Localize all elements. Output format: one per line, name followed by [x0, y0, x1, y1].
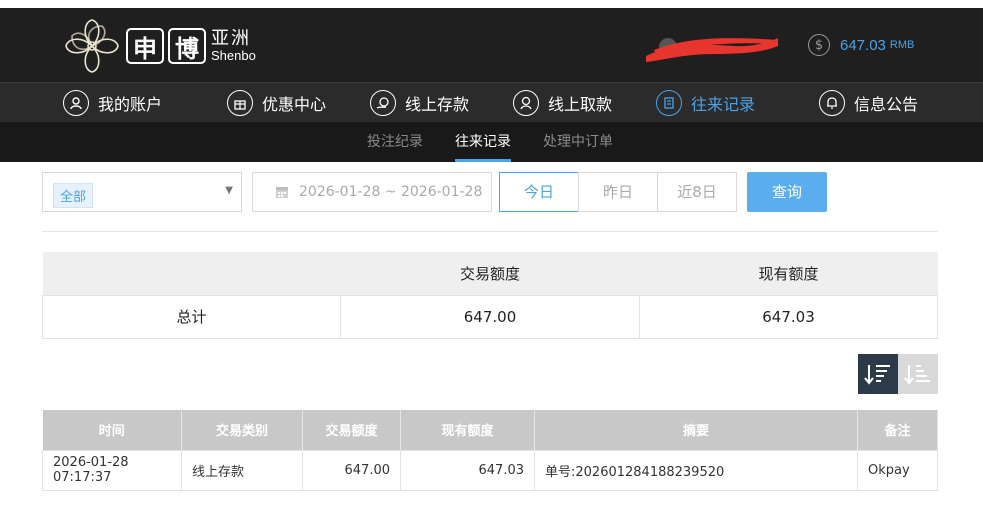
nav-item-transaction-records[interactable]: 往来记录 [656, 83, 755, 123]
nav-item-online-deposit[interactable]: 线上存款 [370, 83, 469, 123]
transaction-table: 时间 交易类别 交易额度 现有额度 摘要 备注 2026-01-28 07:17… [42, 410, 938, 491]
summary-header-row: 交易额度 现有额度 [42, 252, 938, 295]
nav-label: 线上取款 [548, 95, 613, 114]
sort-descending-button[interactable] [858, 354, 898, 394]
redacted-username [646, 38, 778, 62]
transaction-header-row: 时间 交易类别 交易额度 现有额度 摘要 备注 [42, 410, 938, 450]
cell-balance: 647.03 [400, 449, 535, 491]
summary-header-amount: 交易额度 [340, 252, 640, 295]
divider [42, 231, 938, 232]
nav-label: 线上存款 [405, 95, 470, 114]
logo-char-1: 申 [126, 28, 164, 64]
table-row: 2026-01-28 07:17:37 线上存款 647.00 647.03 单… [42, 449, 938, 491]
col-summary: 摘要 [534, 410, 858, 450]
nav-label: 优惠中心 [262, 95, 327, 114]
summary-total-balance: 647.03 [639, 294, 938, 339]
last-8-days-button[interactable]: 近8日 [657, 172, 737, 212]
summary-header-blank [42, 252, 341, 295]
selected-type-tag: 全部 [53, 183, 94, 208]
deposit-icon [370, 90, 396, 116]
col-amount: 交易额度 [302, 410, 401, 450]
logo-cn-text: 亚洲 [211, 27, 251, 49]
records-icon [656, 90, 682, 116]
col-balance: 现有额度 [400, 410, 535, 450]
balance-amount: 647.03 [840, 36, 886, 54]
sub-nav: 投注纪录 往来记录 处理中订单 [0, 122, 983, 162]
cell-time: 2026-01-28 07:17:37 [42, 449, 182, 491]
summary-total-amount: 647.00 [340, 294, 640, 339]
flower-logo-icon [65, 19, 119, 73]
col-time: 时间 [42, 410, 182, 450]
calendar-icon [276, 187, 288, 198]
main-nav: 我的账户 优惠中心 线上存款 线上取款 往来记录 信息公告 [0, 82, 983, 122]
col-type: 交易类别 [181, 410, 303, 450]
cell-type: 线上存款 [181, 449, 303, 491]
summary-total-row: 总计 647.00 647.03 [42, 294, 938, 339]
date-range-picker[interactable]: 2026-01-28 ~ 2026-01-28 [252, 172, 492, 212]
logo-char-2: 博 [168, 28, 206, 64]
summary-table: 交易额度 现有额度 总计 647.00 647.03 [42, 252, 938, 339]
nav-item-my-account[interactable]: 我的账户 [63, 83, 162, 123]
withdraw-icon [513, 90, 539, 116]
balance-currency: RMB [889, 39, 915, 51]
gift-icon [227, 90, 253, 116]
nav-label: 信息公告 [854, 95, 919, 114]
cell-remark: Okpay [857, 449, 938, 491]
site-header: 申 博 亚洲 Shenbo $ 647.03 RMB [0, 8, 983, 82]
nav-item-online-withdraw[interactable]: 线上取款 [513, 83, 612, 123]
summary-total-label: 总计 [42, 294, 341, 339]
top-strip [0, 0, 983, 8]
dollar-coin-icon: $ [808, 34, 830, 56]
transaction-type-select[interactable]: 全部 ▼ [42, 172, 242, 212]
nav-item-promotions[interactable]: 优惠中心 [227, 83, 326, 123]
today-button[interactable]: 今日 [499, 172, 579, 212]
summary-header-balance: 现有额度 [639, 252, 938, 295]
bell-icon [819, 90, 845, 116]
caret-down-icon: ▼ [225, 185, 233, 196]
tab-transaction-records[interactable]: 往来记录 [455, 122, 511, 162]
date-range-text: 2026-01-28 ~ 2026-01-28 [299, 184, 483, 200]
sort-asc-icon [904, 365, 930, 385]
site-logo[interactable]: 申 博 亚洲 Shenbo [62, 16, 256, 76]
nav-item-announcements[interactable]: 信息公告 [819, 83, 918, 123]
tab-bet-records[interactable]: 投注纪录 [367, 122, 423, 162]
sort-ascending-button[interactable] [898, 354, 938, 394]
query-button[interactable]: 查询 [747, 172, 827, 212]
user-icon [63, 90, 89, 116]
nav-label: 往来记录 [691, 95, 756, 114]
logo-en-text: Shenbo [211, 47, 256, 63]
cell-summary: 单号:202601284188239520 [534, 449, 858, 491]
cell-amount: 647.00 [302, 449, 401, 491]
sort-desc-icon [864, 365, 890, 385]
col-remark: 备注 [857, 410, 938, 450]
nav-label: 我的账户 [98, 95, 163, 114]
tab-pending-orders[interactable]: 处理中订单 [543, 122, 613, 162]
yesterday-button[interactable]: 昨日 [578, 172, 658, 212]
account-balance: $ 647.03 RMB [808, 34, 914, 56]
